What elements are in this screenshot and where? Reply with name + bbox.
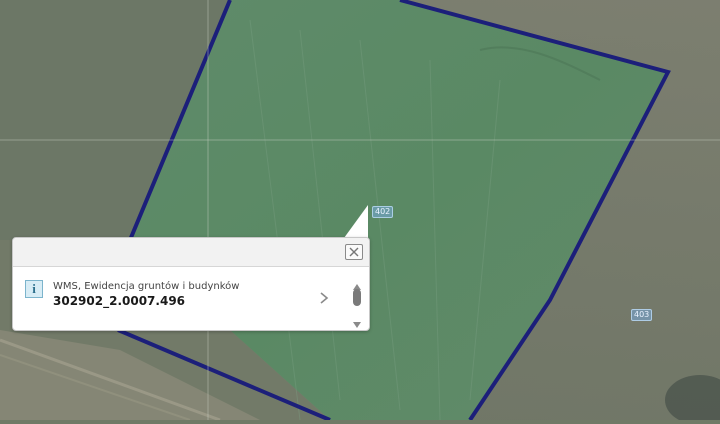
identify-popup: i WMS, Ewidencja gruntów i budynków 3029… — [12, 237, 370, 331]
close-icon[interactable] — [345, 244, 363, 260]
info-icon: i — [25, 280, 43, 298]
popup-pointer — [344, 205, 368, 238]
parcel-number-label: 402 — [372, 206, 394, 218]
result-source-label: WMS, Ewidencja gruntów i budynków — [53, 281, 240, 292]
parcel-number-label: 403 — [631, 309, 653, 321]
parcel-id-value: 302902_2.0007.496 — [53, 294, 186, 308]
popup-header — [13, 238, 369, 267]
popup-scrollbar[interactable] — [351, 274, 363, 328]
chevron-right-icon[interactable] — [317, 290, 331, 304]
scroll-down-icon[interactable] — [352, 314, 362, 328]
scroll-up-icon[interactable] — [352, 276, 362, 290]
scroll-thumb[interactable] — [353, 289, 361, 306]
